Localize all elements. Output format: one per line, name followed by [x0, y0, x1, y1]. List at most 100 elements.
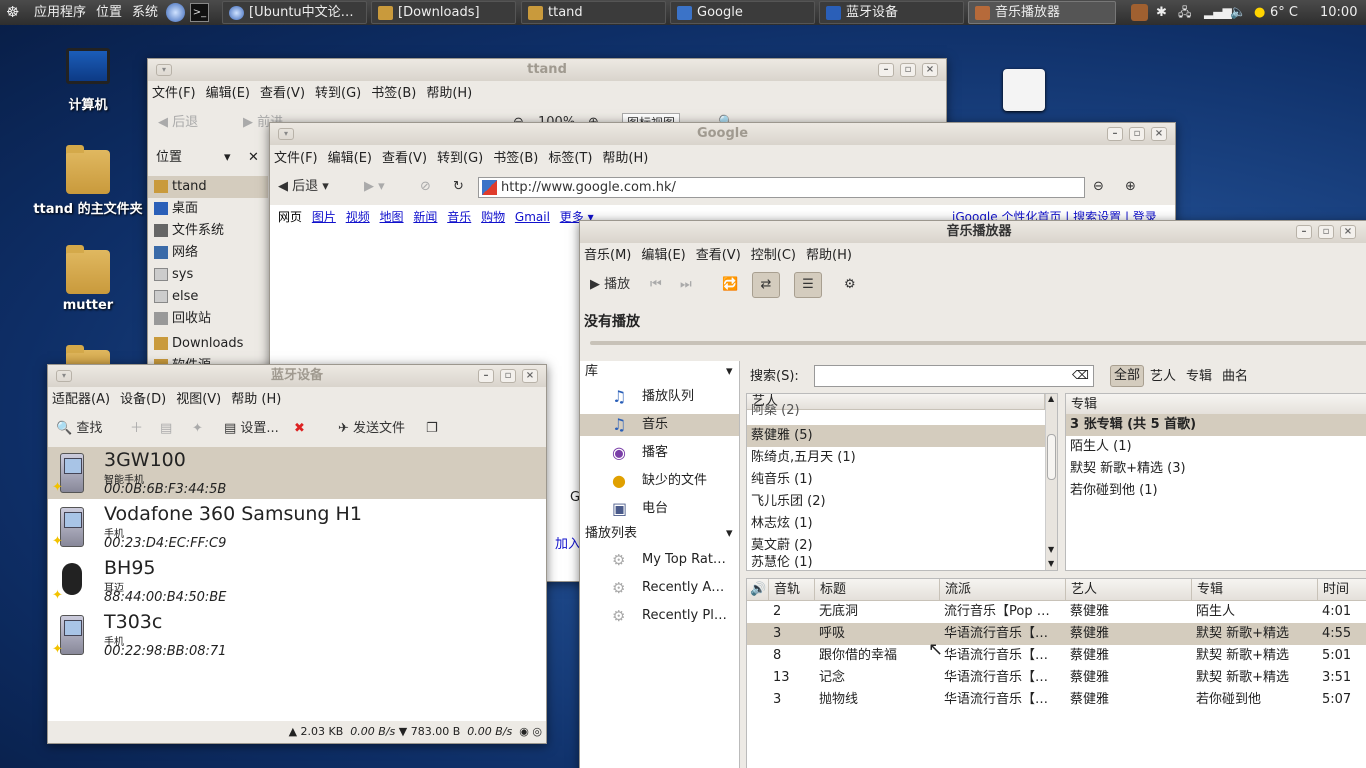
play-button[interactable]: ▶ 播放 — [590, 273, 630, 297]
reload-icon[interactable]: ↻ — [453, 175, 464, 199]
link-music[interactable]: 音乐 — [447, 210, 471, 224]
device-row[interactable]: ✦ T303c 手机 00:22:98:BB:08:71 — [48, 609, 546, 661]
search-button[interactable]: 🔍 查找 — [56, 417, 102, 441]
album-row[interactable]: 若你碰到他 (1) — [1066, 480, 1366, 502]
column-header-genre[interactable]: 流派 — [940, 579, 1066, 601]
link-maps[interactable]: 地图 — [380, 210, 404, 224]
column-header-title[interactable]: 标题 — [815, 579, 940, 601]
clear-search-icon[interactable]: ⌫ — [1072, 368, 1089, 382]
menu-control[interactable]: 控制(C) — [751, 248, 796, 263]
menu-go[interactable]: 转到(G) — [437, 151, 483, 166]
playlist-item[interactable]: ⚙ Recently A… — [580, 577, 739, 599]
artist-row[interactable]: 莫文蔚 (2) — [747, 535, 1057, 557]
scroll-down-icon[interactable]: ▼ — [1048, 559, 1054, 568]
sidebar-item-trash[interactable]: 回收站 — [148, 308, 268, 330]
link-web[interactable]: 网页 — [278, 210, 302, 224]
device-row[interactable]: ✦ BH95 耳迈 88:44:00:B4:50:BE — [48, 555, 546, 607]
link-images[interactable]: 图片 — [312, 210, 336, 224]
zoom-in-icon[interactable]: ⊕ — [1125, 175, 1136, 199]
page-fragment-link[interactable]: 加入 — [555, 533, 581, 552]
signal-icon[interactable]: ▂▄▆ — [1204, 0, 1232, 25]
task-music-player[interactable]: 音乐播放器 — [968, 1, 1116, 24]
track-row[interactable]: 8 跟你借的幸福 华语流行音乐【… 蔡健雅 默契 新歌+精选 5:01 — [747, 645, 1366, 667]
sidebar-item-downloads[interactable]: Downloads — [148, 333, 268, 355]
artist-row[interactable]: 苏慧伦 (1) — [747, 555, 1057, 570]
volume-icon[interactable]: 🔈 — [1230, 0, 1246, 25]
column-header-album[interactable]: 专辑 — [1192, 579, 1318, 601]
browse-files-icon[interactable]: ❐ — [426, 417, 438, 441]
bluetooth-tray-icon[interactable]: ✱ — [1156, 0, 1167, 25]
menu-view[interactable]: 查看(V) — [260, 86, 305, 101]
source-radio[interactable]: ▣ 电台 — [580, 498, 739, 520]
track-row[interactable]: 13 记念 华语流行音乐【… 蔡健雅 默契 新歌+精选 3:51 — [747, 667, 1366, 689]
scroll-down-icon[interactable]: ▼ — [1048, 545, 1054, 554]
menu-file[interactable]: 文件(F) — [152, 86, 196, 101]
menu-view[interactable]: 查看(V) — [382, 151, 427, 166]
remove-device-icon[interactable]: ✖ — [294, 417, 305, 441]
device-info-icon[interactable]: ▤ — [160, 417, 172, 441]
browser-launcher-icon[interactable] — [166, 3, 185, 22]
link-shopping[interactable]: 购物 — [481, 210, 505, 224]
sidebar-item-filesystem[interactable]: 文件系统 — [148, 220, 268, 242]
browse-toggle-icon[interactable]: ☰ — [794, 272, 822, 298]
search-input[interactable]: ⌫ — [814, 365, 1094, 387]
terminal-launcher-icon[interactable]: >_ — [190, 3, 209, 22]
minimize-button[interactable]: – — [878, 63, 894, 77]
settings-gear-icon[interactable]: ⚙ — [844, 273, 856, 297]
track-row[interactable]: 3 抛物线 华语流行音乐【… 蔡健雅 若你碰到他 5:07 — [747, 689, 1366, 711]
source-play-queue[interactable]: ♫ 播放队列 — [580, 386, 739, 408]
task-ubuntu-forum[interactable]: [Ubuntu中文论… — [222, 1, 367, 24]
column-header-track[interactable]: 音轨 — [769, 579, 815, 601]
window-menu-icon[interactable]: ▾ — [278, 128, 294, 140]
track-row[interactable]: 3 呼吸 华语流行音乐【… 蔡健雅 默契 新歌+精选 4:55 — [747, 623, 1366, 645]
maximize-button[interactable]: ▫ — [500, 369, 516, 383]
stop-icon[interactable]: ⊘ — [420, 175, 431, 199]
desktop-icon-mutter[interactable]: mutter — [28, 245, 148, 313]
maximize-button[interactable]: ▫ — [1318, 225, 1334, 239]
sidebar-item-home[interactable]: ttand — [148, 176, 268, 198]
sidebar-item-desktop[interactable]: 桌面 — [148, 198, 268, 220]
maximize-button[interactable]: ▫ — [900, 63, 916, 77]
menu-help[interactable]: 帮助(H) — [806, 248, 852, 263]
chevron-down-icon[interactable]: ▾ — [224, 147, 231, 169]
trust-device-icon[interactable]: ✦ — [192, 417, 203, 441]
sidebar-item-sys[interactable]: sys — [148, 264, 268, 286]
artist-row[interactable]: 纯音乐 (1) — [747, 469, 1057, 491]
rhythmbox-tray-icon[interactable] — [1131, 4, 1148, 21]
minimize-button[interactable]: – — [1107, 127, 1123, 141]
filter-artist[interactable]: 艺人 — [1150, 366, 1176, 388]
weather-temperature[interactable]: 6° C — [1270, 0, 1298, 25]
menu-help[interactable]: 帮助(H) — [426, 86, 472, 101]
album-row[interactable]: 默契 新歌+精选 (3) — [1066, 458, 1366, 480]
filter-album[interactable]: 专辑 — [1186, 366, 1212, 388]
close-button[interactable]: × — [522, 369, 538, 383]
menu-edit[interactable]: 编辑(E) — [206, 86, 250, 101]
ubuntu-logo-icon[interactable]: ☸ — [6, 0, 19, 25]
maximize-button[interactable]: ▫ — [1129, 127, 1145, 141]
close-button[interactable]: × — [1151, 127, 1167, 141]
column-header-time[interactable]: 时间 — [1318, 579, 1366, 601]
menu-adapter[interactable]: 适配器(A) — [52, 392, 110, 407]
desktop-icon-computer[interactable]: 计算机 — [28, 48, 148, 113]
menu-music[interactable]: 音乐(M) — [584, 248, 631, 263]
scrollbar-thumb[interactable] — [1047, 434, 1056, 480]
now-playing-column-header[interactable]: 🔊 — [747, 579, 769, 601]
chevron-down-icon[interactable]: ▾ — [726, 523, 733, 545]
menu-bookmarks[interactable]: 书签(B) — [371, 86, 416, 101]
network-tray-icon[interactable]: 🖧 — [1178, 0, 1191, 25]
close-sidebar-icon[interactable]: ✕ — [248, 147, 259, 169]
task-bluetooth[interactable]: 蓝牙设备 — [819, 1, 964, 24]
artist-row[interactable]: 陈绮贞,五月天 (1) — [747, 447, 1057, 469]
artist-row[interactable]: 飞儿乐团 (2) — [747, 491, 1057, 513]
source-podcast[interactable]: ◉ 播客 — [580, 442, 739, 464]
playlist-item[interactable]: ⚙ Recently Pl… — [580, 605, 739, 627]
menu-device[interactable]: 设备(D) — [120, 392, 166, 407]
close-button[interactable]: × — [922, 63, 938, 77]
link-gmail[interactable]: Gmail — [515, 210, 550, 224]
sidebar-item-network[interactable]: 网络 — [148, 242, 268, 264]
filter-title[interactable]: 曲名 — [1222, 366, 1248, 388]
device-row-selected[interactable]: ✦ 3GW100 智能手机 00:0B:6B:F3:44:5B — [48, 447, 546, 499]
window-menu-icon[interactable]: ▾ — [156, 64, 172, 76]
sidebar-item-else[interactable]: else — [148, 286, 268, 308]
artist-row[interactable]: 阿桑 (2) — [747, 404, 1057, 418]
